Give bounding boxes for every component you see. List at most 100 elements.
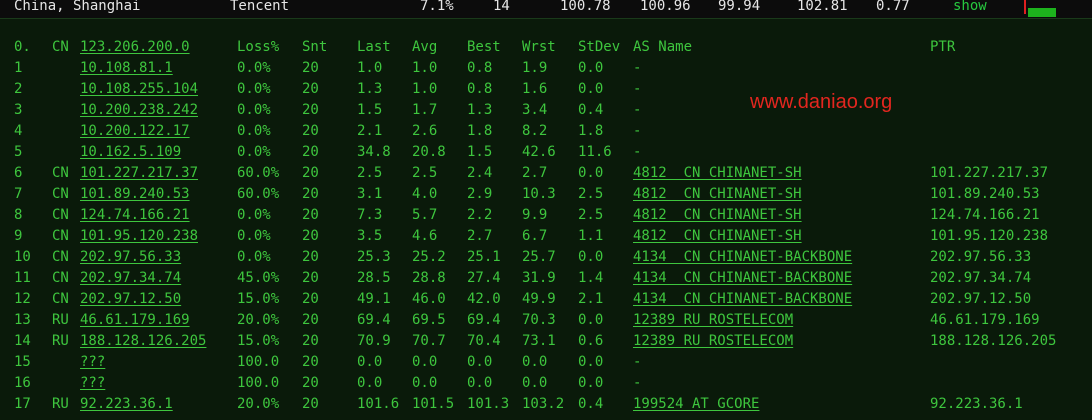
col-loss: Loss% [237,39,280,55]
cell-asname[interactable]: 12389 RU ROSTELECOM [633,331,793,352]
cell-last: 101.6 [357,396,400,412]
table-header: 0. CN 123.206.200.0 Loss% Snt Last Avg B… [0,37,1092,58]
col-stdev: StDev [578,39,621,55]
cell-stdev: 2.1 [578,291,604,307]
cell-best: 2.9 [467,186,493,202]
cell-avg: 2.6 [412,123,438,139]
cell-snt: 20 [302,270,319,286]
cell-ptr: 92.223.36.1 [930,396,1023,412]
cell-hop: 5 [14,144,23,160]
cell-avg: 0.0 [412,375,438,391]
summary-stdev: 0.77 [876,0,910,14]
cell-host[interactable]: 92.223.36.1 [80,394,173,415]
cell-host[interactable]: 101.227.217.37 [80,163,198,184]
cell-hop: 4 [14,123,23,139]
cell-snt: 20 [302,207,319,223]
cell-host[interactable]: 101.95.120.238 [80,226,198,247]
cell-loss: 0.0% [237,60,271,76]
cell-host[interactable]: 188.128.126.205 [80,331,206,352]
cell-last: 1.0 [357,60,383,76]
cell-host[interactable]: 10.200.122.17 [80,121,190,142]
cell-loss: 20.0% [237,312,280,328]
cell-avg: 0.0 [412,354,438,370]
cell-host[interactable]: 124.74.166.21 [80,205,190,226]
cell-asname: - [633,354,642,370]
cell-last: 3.1 [357,186,383,202]
summary-location: China, Shanghai [14,0,141,14]
cell-loss: 15.0% [237,333,280,349]
cell-asname[interactable]: 4812 CN CHINANET-SH [633,163,802,184]
cell-host[interactable]: 46.61.179.169 [80,310,190,331]
cell-host[interactable]: 101.89.240.53 [80,184,190,205]
cell-host[interactable]: 10.162.5.109 [80,142,181,163]
col-snt: Snt [302,39,328,55]
cell-host[interactable]: ??? [80,373,105,394]
cell-host[interactable]: 202.97.56.33 [80,247,181,268]
cell-hop: 13 [14,312,31,328]
cell-asname[interactable]: 4134 CN CHINANET-BACKBONE [633,247,852,268]
cell-asname[interactable]: 4812 CN CHINANET-SH [633,184,802,205]
table-row: 2 10.108.255.104 0.0% 20 1.3 1.0 0.8 1.6 0.0 - [0,79,1092,100]
table-row: 11 CN 202.97.34.74 45.0% 20 28.5 28.8 27.4 31.9 1… [0,268,1092,289]
cell-host[interactable]: 10.108.81.1 [80,58,173,79]
cell-cc: RU [52,396,69,412]
cell-cc: CN [52,207,69,223]
col-ptr: PTR [930,39,956,55]
cell-ptr: 101.227.217.37 [930,165,1049,181]
col-host[interactable]: 123.206.200.0 [80,37,190,58]
cell-host[interactable]: ??? [80,352,105,373]
col-cc: CN [52,39,69,55]
cell-asname[interactable]: 4134 CN CHINANET-BACKBONE [633,289,852,310]
cell-snt: 20 [302,291,319,307]
cell-host[interactable]: 202.97.34.74 [80,268,181,289]
cell-wrst: 25.7 [522,249,556,265]
cell-avg: 46.0 [412,291,446,307]
col-last: Last [357,39,391,55]
col-wrst: Wrst [522,39,556,55]
cell-stdev: 0.0 [578,60,604,76]
cell-last: 0.0 [357,375,383,391]
table-row: 9 CN 101.95.120.238 0.0% 20 3.5 4.6 2.7 6.7 1.1 48… [0,226,1092,247]
summary-best: 99.94 [718,0,761,14]
cell-stdev: 2.5 [578,207,604,223]
cell-last: 3.5 [357,228,383,244]
table-row: 3 10.200.238.242 0.0% 20 1.5 1.7 1.3 3.4 0.4 - [0,100,1092,121]
cell-best: 70.4 [467,333,501,349]
cell-wrst: 9.9 [522,207,548,223]
show-link[interactable]: show [953,0,987,14]
cell-avg: 1.0 [412,60,438,76]
cell-asname[interactable]: 199524 AT GCORE [633,394,759,415]
cell-best: 2.2 [467,207,493,223]
cell-last: 69.4 [357,312,391,328]
cell-last: 28.5 [357,270,391,286]
cell-hop: 17 [14,396,31,412]
cell-stdev: 2.5 [578,186,604,202]
cell-avg: 2.5 [412,165,438,181]
cell-snt: 20 [302,165,319,181]
cell-avg: 1.0 [412,81,438,97]
cell-asname[interactable]: 4812 CN CHINANET-SH [633,205,802,226]
cell-snt: 20 [302,186,319,202]
cell-asname[interactable]: 4134 CN CHINANET-BACKBONE [633,268,852,289]
cell-best: 101.3 [467,396,510,412]
sparkline-bar [1028,8,1056,17]
cell-host[interactable]: 10.108.255.104 [80,79,198,100]
cell-best: 1.5 [467,144,493,160]
cell-snt: 20 [302,375,319,391]
cell-wrst: 70.3 [522,312,556,328]
cell-host[interactable]: 202.97.12.50 [80,289,181,310]
cell-stdev: 0.4 [578,102,604,118]
cell-best: 1.8 [467,123,493,139]
cell-ptr: 101.89.240.53 [930,186,1040,202]
cell-hop: 8 [14,207,23,223]
cell-last: 2.1 [357,123,383,139]
cell-host[interactable]: 10.200.238.242 [80,100,198,121]
cell-loss: 60.0% [237,186,280,202]
cell-ptr: 202.97.56.33 [930,249,1032,265]
cell-asname[interactable]: 12389 RU ROSTELECOM [633,310,793,331]
cell-asname[interactable]: 4812 CN CHINANET-SH [633,226,802,247]
latency-sparkline-icon [1022,0,1058,18]
cell-last: 49.1 [357,291,391,307]
cell-best: 1.3 [467,102,493,118]
cell-wrst: 1.6 [522,81,548,97]
